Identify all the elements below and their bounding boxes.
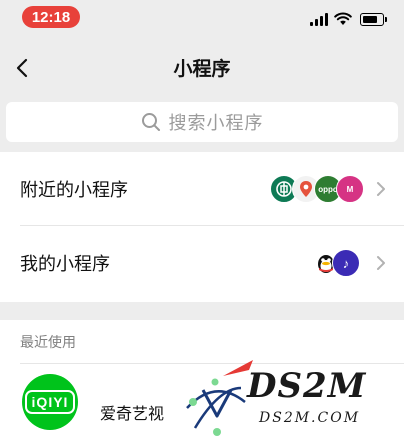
wifi-icon xyxy=(334,12,352,25)
watermark-logo: DS2M DS2M.COM xyxy=(175,358,404,444)
status-bar: 12:18 xyxy=(0,0,404,36)
status-time: 12:18 xyxy=(22,6,80,28)
menu-item-mine[interactable]: 我的小程序 ♪ xyxy=(0,226,404,300)
search-input[interactable]: 搜索小程序 xyxy=(6,102,398,142)
music-avatar: ♪ xyxy=(332,249,360,277)
menu-item-label: 我的小程序 xyxy=(20,254,110,275)
watermark-subtext: DS2M.COM xyxy=(259,410,361,426)
watermark-text: DS2M xyxy=(247,366,367,406)
mine-avatars: ♪ xyxy=(312,249,360,277)
m-avatar: M xyxy=(336,175,364,203)
search-icon xyxy=(141,113,160,131)
status-icons xyxy=(310,10,387,26)
chevron-right-icon xyxy=(377,256,385,270)
battery-icon xyxy=(360,13,387,26)
nearby-avatars: oppo M xyxy=(270,175,364,203)
menu-section: 附近的小程序 oppo M 我的小程序 ♪ xyxy=(0,152,404,302)
search-placeholder: 搜索小程序 xyxy=(168,113,264,134)
signal-icon xyxy=(310,12,328,26)
nav-bar: 小程序 xyxy=(0,36,404,100)
chevron-right-icon xyxy=(377,182,385,196)
iqiyi-icon: iQIYI xyxy=(22,374,78,430)
menu-item-label: 附近的小程序 xyxy=(20,180,128,201)
recent-label: 最近使用 xyxy=(20,335,76,351)
menu-item-nearby[interactable]: 附近的小程序 oppo M xyxy=(0,152,404,226)
iqiyi-icon-text: iQIYI xyxy=(24,390,76,414)
page-title: 小程序 xyxy=(173,58,231,80)
recent-item-name: 爱奇艺视 xyxy=(100,404,165,423)
